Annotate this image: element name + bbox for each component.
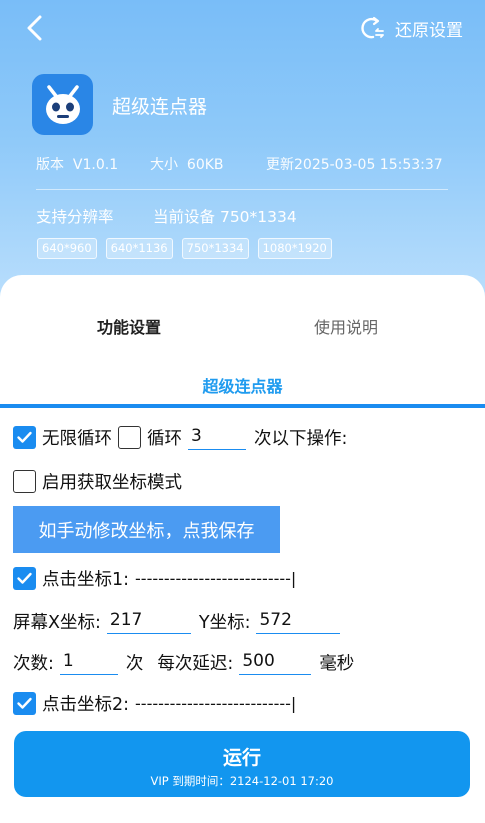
section-divider xyxy=(0,404,485,408)
version-label: 版本 xyxy=(36,157,64,173)
click2-line: ---------------------------| xyxy=(135,694,297,713)
loop-suffix: 次以下操作: xyxy=(254,429,348,449)
app-logo-icon xyxy=(32,74,93,135)
version-value: V1.0.1 xyxy=(72,157,119,173)
check-icon xyxy=(17,431,32,443)
click2-label: 点击坐标2: xyxy=(42,695,130,715)
resolution-chip: 750*1334 xyxy=(181,238,249,259)
loop-row: 无限循环 循环 3 次以下操作: xyxy=(13,425,347,450)
y-coordinate-input[interactable]: 572 xyxy=(256,610,341,634)
delay-label: 每次延迟: xyxy=(157,654,234,674)
resolution-chip: 1080*1920 xyxy=(257,238,332,259)
size-info: 大小 60KB xyxy=(150,154,224,174)
run-button[interactable]: 运行 VIP 到期时间：2124-12-01 17:20 xyxy=(14,731,470,797)
click1-count-row: 次数: 1 次 每次延迟: 500 毫秒 xyxy=(13,650,354,675)
click2-row: 点击坐标2: ---------------------------| xyxy=(13,691,296,716)
restore-icon xyxy=(361,16,384,39)
resolution-chips: 640*960 640*1136 750*1334 1080*1920 xyxy=(37,238,332,259)
coord-mode-checkbox[interactable] xyxy=(13,470,36,493)
updated-label: 更新 xyxy=(266,157,294,173)
back-arrow-icon[interactable] xyxy=(24,14,48,42)
section-title: 超级连点器 xyxy=(202,377,283,396)
updated-value: 2025-03-05 15:53:37 xyxy=(294,157,443,173)
current-device: 当前设备 750*1334 xyxy=(153,205,297,227)
coord-mode-row: 启用获取坐标模式 xyxy=(13,469,182,494)
click1-row: 点击坐标1: ---------------------------| xyxy=(13,566,296,591)
run-label: 运行 xyxy=(222,747,261,769)
current-device-label: 当前设备 xyxy=(153,208,216,226)
header: 还原设置 超级连点器 版本 V1.0.1 大小 60KB 更新2025-03-0… xyxy=(0,0,485,300)
loop-count-input[interactable]: 3 xyxy=(188,426,246,450)
tab-settings[interactable]: 功能设置 xyxy=(97,314,161,338)
x-label: 屏幕X坐标: xyxy=(13,613,101,633)
loop-label: 循环 xyxy=(147,429,182,449)
delay-unit: 毫秒 xyxy=(319,654,355,674)
resolution-title: 支持分辨率 xyxy=(36,208,114,226)
infinite-loop-checkbox[interactable] xyxy=(13,426,36,449)
resolution-chip: 640*960 xyxy=(37,238,97,259)
current-device-value: 750*1334 xyxy=(219,208,297,226)
save-coordinates-button[interactable]: 如手动修改坐标，点我保存 xyxy=(13,506,280,553)
click2-checkbox[interactable] xyxy=(13,692,36,715)
click1-line: ---------------------------| xyxy=(135,569,297,588)
count-input[interactable]: 1 xyxy=(59,651,118,675)
click1-label: 点击坐标1: xyxy=(42,570,130,590)
updated-info: 更新2025-03-05 15:53:37 xyxy=(266,154,443,174)
divider xyxy=(36,189,448,190)
count-unit: 次 xyxy=(125,654,144,674)
y-label: Y坐标: xyxy=(198,613,251,633)
restore-settings-button[interactable]: 还原设置 xyxy=(359,16,463,41)
version-info: 版本 V1.0.1 xyxy=(36,154,118,174)
click1-checkbox[interactable] xyxy=(13,567,36,590)
count-label: 次数: xyxy=(13,654,54,674)
restore-label: 还原设置 xyxy=(395,20,463,41)
size-value: 60KB xyxy=(186,157,224,173)
coord-mode-label: 启用获取坐标模式 xyxy=(42,473,182,493)
tab-help[interactable]: 使用说明 xyxy=(314,314,378,338)
resolution-chip: 640*1136 xyxy=(105,238,173,259)
app-name: 超级连点器 xyxy=(112,96,208,118)
infinite-loop-label: 无限循环 xyxy=(42,429,112,449)
delay-input[interactable]: 500 xyxy=(239,651,312,675)
size-label: 大小 xyxy=(150,157,178,173)
click1-coords-row: 屏幕X坐标: 217 Y坐标: 572 xyxy=(13,609,341,634)
check-icon xyxy=(17,697,32,709)
check-icon xyxy=(17,572,32,584)
loop-checkbox[interactable] xyxy=(118,426,141,449)
vip-expiry: VIP 到期时间：2124-12-01 17:20 xyxy=(150,774,334,788)
x-coordinate-input[interactable]: 217 xyxy=(106,610,191,634)
